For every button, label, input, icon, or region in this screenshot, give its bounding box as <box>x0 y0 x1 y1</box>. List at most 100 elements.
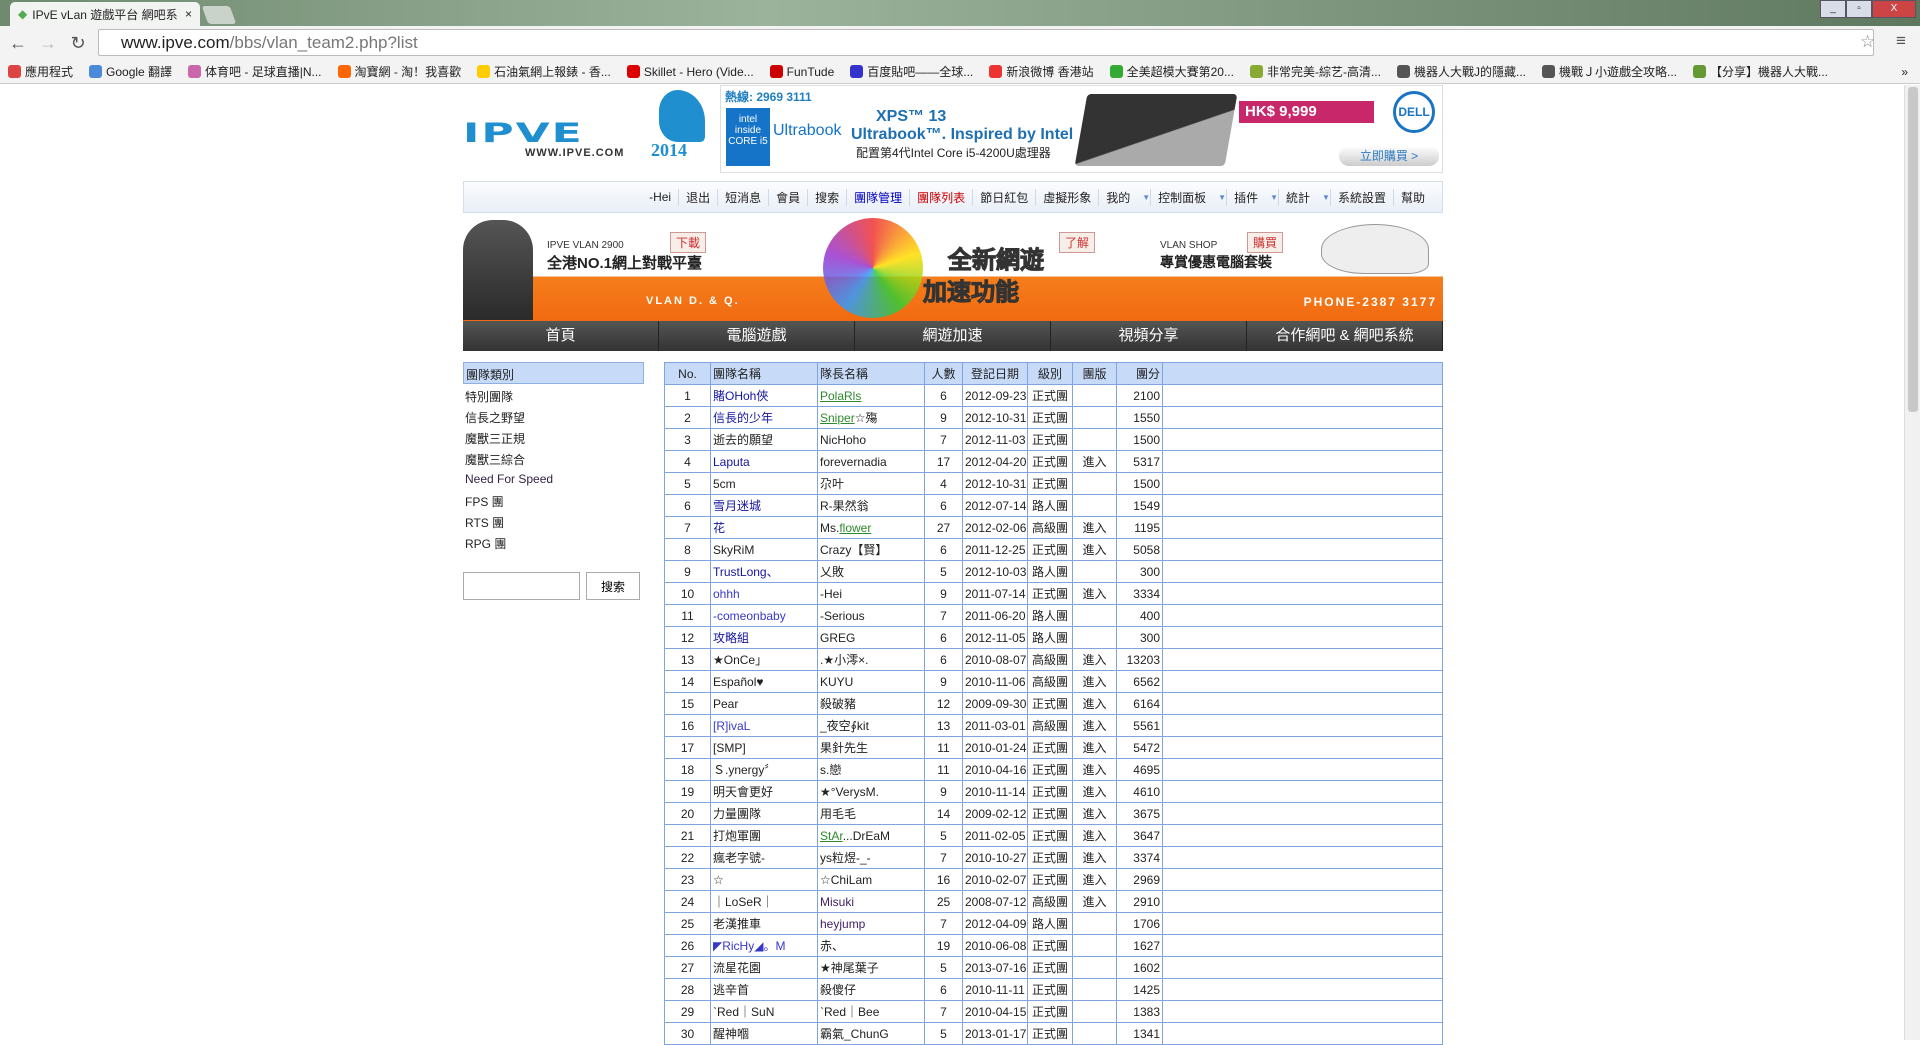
main-nav-item[interactable]: 視頻分享 <box>1051 321 1247 351</box>
sidebar-item[interactable]: 魔獸三綜合 <box>463 447 644 468</box>
sidebar-item[interactable]: 特別團隊 <box>463 384 644 405</box>
learn-button[interactable]: 了解 <box>1059 232 1096 253</box>
close-window-icon[interactable]: X <box>1872 0 1916 18</box>
ad-buy-button[interactable]: 立即購買 > <box>1339 146 1439 166</box>
team-board-link[interactable]: 進入 <box>1072 450 1117 473</box>
team-board-link[interactable]: 進入 <box>1072 802 1117 825</box>
team-board-link[interactable]: 進入 <box>1072 868 1117 891</box>
usernav-item[interactable]: 統計 <box>1278 188 1317 206</box>
team-name[interactable]: -comeonbaby <box>710 604 818 627</box>
bookmark-item[interactable]: 石油氣網上報錶 - 香... <box>477 63 611 80</box>
dropdown-arrow-icon[interactable]: ▼ <box>1213 193 1226 202</box>
usernav-item[interactable]: 控制面板 <box>1150 188 1213 206</box>
browser-tab[interactable]: ◆ IPvE vLan 遊戲平台 網吧系 × <box>10 2 200 26</box>
minimize-icon[interactable]: _ <box>1820 0 1846 18</box>
team-board-link[interactable]: 進入 <box>1072 846 1117 869</box>
usernav-item[interactable]: 團隊列表 <box>909 188 972 206</box>
search-input[interactable] <box>463 572 580 600</box>
sidebar-item[interactable]: RPG 團 <box>463 531 644 552</box>
leader-link[interactable]: flower <box>839 521 871 535</box>
team-board-link[interactable]: 進入 <box>1072 670 1117 693</box>
bookmark-item[interactable]: Skillet - Hero (Vide... <box>626 65 754 79</box>
team-name[interactable]: TrustLong、 <box>710 560 818 583</box>
usernav-item[interactable]: 我的 <box>1098 188 1137 206</box>
bookmark-item[interactable]: 非常完美-綜艺-高清... <box>1249 63 1381 80</box>
sidebar-item[interactable]: FPS 團 <box>463 489 644 510</box>
usernav-item[interactable]: 節日紅包 <box>972 188 1035 206</box>
usernav-item[interactable]: 幫助 <box>1392 188 1432 206</box>
bookmark-star-icon[interactable]: ☆ <box>1860 32 1875 52</box>
buy-button[interactable]: 購買 <box>1247 232 1284 253</box>
bookmark-item[interactable]: 全美超模大賽第20... <box>1109 63 1234 80</box>
dropdown-arrow-icon[interactable]: ▼ <box>1137 193 1150 202</box>
close-tab-icon[interactable]: × <box>185 7 192 21</box>
bookmark-item[interactable]: FunTude <box>769 65 834 79</box>
maximize-icon[interactable]: ▫ <box>1846 0 1872 18</box>
search-button[interactable]: 搜索 <box>586 572 640 600</box>
team-board-link[interactable]: 進入 <box>1072 692 1117 715</box>
team-board-link[interactable]: 進入 <box>1072 714 1117 737</box>
leader-link[interactable]: PolaRls <box>820 389 861 403</box>
scrollbar[interactable] <box>1904 85 1920 1040</box>
bookmark-item[interactable]: 淘寶網 - 淘！我喜歡 <box>337 63 461 80</box>
team-name[interactable]: 信長的少年 <box>710 406 818 429</box>
bookmark-item[interactable]: 新浪微博 香港站 <box>989 63 1094 80</box>
usernav-item[interactable]: 團隊管理 <box>846 188 909 206</box>
usernav-item[interactable]: 搜索 <box>807 188 846 206</box>
sidebar-item[interactable]: 信長之野望 <box>463 405 644 426</box>
bookmark-item[interactable]: 應用程式 <box>8 63 73 80</box>
site-logo[interactable]: IPVE WWW.IPVE.COM 2014 <box>463 90 708 165</box>
usernav-item[interactable]: 虛擬形象 <box>1035 188 1098 206</box>
usernav-item[interactable]: -Hei <box>642 190 678 204</box>
dropdown-arrow-icon[interactable]: ▼ <box>1265 193 1278 202</box>
team-board-link[interactable]: 進入 <box>1072 582 1117 605</box>
team-board-link[interactable]: 進入 <box>1072 516 1117 539</box>
team-name[interactable]: ◤RicHy◢。M <box>710 934 818 957</box>
bookmark-item[interactable]: 機器人大戰J的隱藏... <box>1396 63 1526 80</box>
bookmark-item[interactable]: 百度貼吧——全球... <box>850 63 973 80</box>
team-name[interactable]: Laputa <box>710 450 818 473</box>
main-nav-item[interactable]: 電腦遊戲 <box>659 321 855 351</box>
reload-icon[interactable]: ↻ <box>68 33 88 54</box>
bookmark-item[interactable]: 【分享】機器人大戰... <box>1693 63 1828 80</box>
address-bar[interactable]: www.ipve.com/bbs/vlan_team2.php?list <box>98 29 1874 56</box>
leader-link[interactable]: Sniper <box>820 411 855 425</box>
sidebar-item[interactable]: RTS 團 <box>463 510 644 531</box>
usernav-item[interactable]: 系統設置 <box>1329 188 1393 206</box>
main-nav-item[interactable]: 首頁 <box>463 321 659 351</box>
team-name[interactable]: 攻略組 <box>710 626 818 649</box>
usernav-item[interactable]: 退出 <box>678 188 717 206</box>
team-name[interactable]: 賭OHoh俠 <box>710 384 818 407</box>
download-button[interactable]: 下載 <box>670 232 707 253</box>
bookmark-item[interactable]: Google 翻譯 <box>89 63 172 80</box>
team-board-link[interactable]: 進入 <box>1072 780 1117 803</box>
scrollbar-thumb[interactable] <box>1908 87 1918 412</box>
team-board-link[interactable]: 進入 <box>1072 538 1117 561</box>
team-board-link[interactable]: 進入 <box>1072 736 1117 759</box>
leader-link[interactable]: StAr <box>820 829 843 843</box>
forward-icon[interactable]: → <box>38 33 58 54</box>
team-board-link[interactable]: 進入 <box>1072 648 1117 671</box>
usernav-item[interactable]: 插件 <box>1226 188 1265 206</box>
main-nav-item[interactable]: 合作網吧 & 網吧系統 <box>1247 321 1443 351</box>
team-name[interactable]: ohhh <box>710 582 818 605</box>
sidebar-item[interactable]: 魔獸三正規 <box>463 426 644 447</box>
usernav-item[interactable]: 會員 <box>768 188 807 206</box>
bookmark-item[interactable]: 機戰Ｊ小遊戲全攻略... <box>1542 63 1677 80</box>
bookmark-item[interactable]: 体育吧 - 足球直播|N... <box>188 63 322 80</box>
dropdown-arrow-icon[interactable]: ▼ <box>1317 193 1330 202</box>
back-icon[interactable]: ← <box>8 33 28 54</box>
main-nav-item[interactable]: 網遊加速 <box>855 321 1051 351</box>
dell-ad-banner[interactable]: 熱線: 2969 3111 intel inside CORE i5 Ultra… <box>720 85 1443 173</box>
menu-icon[interactable]: ≡ <box>1896 31 1906 51</box>
promo-banner[interactable]: IPVE VLAN 2900 全港NO.1網上對戰平臺 下載 VLAN D. &… <box>463 218 1443 321</box>
usernav-item[interactable]: 短消息 <box>717 188 768 206</box>
bookmarks-more-icon[interactable]: » <box>1901 65 1920 79</box>
team-board-link[interactable]: 進入 <box>1072 890 1117 913</box>
team-board-link[interactable]: 進入 <box>1072 824 1117 847</box>
team-name[interactable]: 花 <box>710 516 818 539</box>
team-name[interactable]: 雪月迷城 <box>710 494 818 517</box>
sidebar-item[interactable]: Need For Speed <box>463 468 644 489</box>
team-name[interactable]: [R]ivaL <box>710 714 818 737</box>
team-board-link[interactable]: 進入 <box>1072 758 1117 781</box>
